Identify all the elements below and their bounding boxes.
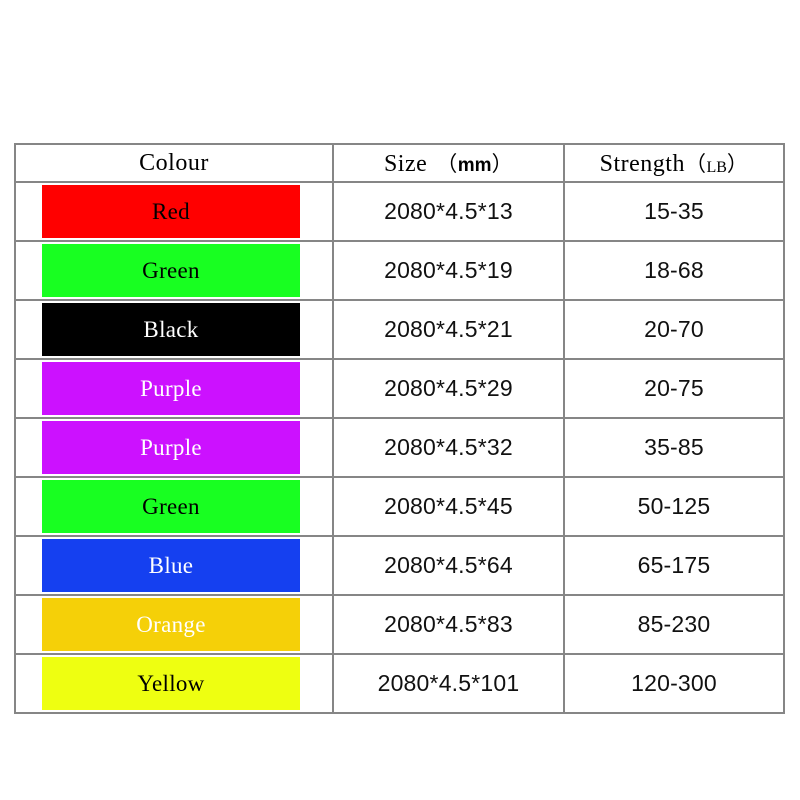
table-row: Blue 2080*4.5*64 65-175 [14,535,785,596]
strength-unit-label: LB [706,159,727,176]
table-row: Red 2080*4.5*13 15-35 [14,181,785,242]
strength-cell: 65-175 [563,535,785,596]
swatch-wrapper: Green [16,478,332,535]
colour-swatch: Black [42,303,300,356]
colour-swatch-cell: Green [14,240,334,301]
colour-name-label: Orange [136,612,206,637]
colour-swatch-cell: Green [14,476,334,537]
column-header-strength: Strength（LB） [563,143,785,183]
strength-cell: 20-75 [563,358,785,419]
table-row: Purple 2080*4.5*29 20-75 [14,358,785,419]
header-row: Colour Size （mm） Strength（LB） [14,143,785,183]
colour-name-label: Yellow [137,671,205,696]
size-unit-open-paren: （ [436,152,458,176]
strength-cell: 15-35 [563,181,785,242]
size-cell: 2080*4.5*64 [332,535,565,596]
table-header: Colour Size （mm） Strength（LB） [14,143,785,183]
table-row: Green 2080*4.5*19 18-68 [14,240,785,301]
size-cell: 2080*4.5*19 [332,240,565,301]
size-unit-close-paren: ） [491,152,514,176]
size-cell: 2080*4.5*21 [332,299,565,360]
swatch-wrapper: Red [16,183,332,240]
colour-swatch-cell: Black [14,299,334,360]
colour-swatch-cell: Purple [14,358,334,419]
strength-cell: 120-300 [563,653,785,714]
colour-swatch: Purple [42,362,300,415]
colour-name-label: Blue [148,553,194,578]
table-row: Purple 2080*4.5*32 35-85 [14,417,785,478]
swatch-wrapper: Blue [16,537,332,594]
size-cell: 2080*4.5*101 [332,653,565,714]
colour-swatch-cell: Blue [14,535,334,596]
colour-name-label: Black [143,317,199,342]
size-cell: 2080*4.5*13 [332,181,565,242]
table-row: Green 2080*4.5*45 50-125 [14,476,785,537]
colour-spec-table: Colour Size （mm） Strength（LB） Red 2080*4.5… [14,143,785,714]
size-unit-label: mm [457,155,492,176]
colour-swatch: Red [42,185,300,238]
size-cell: 2080*4.5*32 [332,417,565,478]
swatch-wrapper: Green [16,242,332,299]
strength-cell: 85-230 [563,594,785,655]
column-header-strength-label: Strength [599,151,685,177]
colour-swatch: Yellow [42,657,300,710]
colour-swatch-cell: Purple [14,417,334,478]
colour-swatch-cell: Yellow [14,653,334,714]
colour-swatch: Purple [42,421,300,474]
swatch-wrapper: Yellow [16,655,332,712]
strength-cell: 20-70 [563,299,785,360]
size-cell: 2080*4.5*45 [332,476,565,537]
spec-sheet: Colour Size （mm） Strength（LB） Red 2080*4.5… [0,0,800,800]
swatch-wrapper: Orange [16,596,332,653]
colour-name-label: Green [142,258,200,283]
table-row: Orange 2080*4.5*83 85-230 [14,594,785,655]
size-cell: 2080*4.5*29 [332,358,565,419]
strength-cell: 50-125 [563,476,785,537]
size-cell: 2080*4.5*83 [332,594,565,655]
colour-swatch-cell: Orange [14,594,334,655]
colour-swatch: Orange [42,598,300,651]
strength-cell: 18-68 [563,240,785,301]
strength-unit-open-paren: （ [684,152,707,176]
colour-name-label: Red [152,199,190,224]
swatch-wrapper: Purple [16,419,332,476]
table-row: Black 2080*4.5*21 20-70 [14,299,785,360]
column-header-size-label: Size [383,151,428,177]
colour-name-label: Purple [140,376,202,401]
table-row: Yellow 2080*4.5*101 120-300 [14,653,785,714]
column-header-size: Size （mm） [332,143,565,183]
table-body: Red 2080*4.5*13 15-35 Green 2080*4.5*19 18-68… [14,181,785,714]
colour-swatch: Green [42,480,300,533]
swatch-wrapper: Purple [16,360,332,417]
colour-swatch-cell: Red [14,181,334,242]
strength-unit-close-paren: ） [726,152,749,176]
column-header-colour-label: Colour [139,149,209,176]
strength-cell: 35-85 [563,417,785,478]
column-header-colour: Colour [14,143,334,183]
colour-name-label: Green [142,494,200,519]
colour-swatch: Blue [42,539,300,592]
colour-name-label: Purple [140,435,202,460]
colour-swatch: Green [42,244,300,297]
swatch-wrapper: Black [16,301,332,358]
